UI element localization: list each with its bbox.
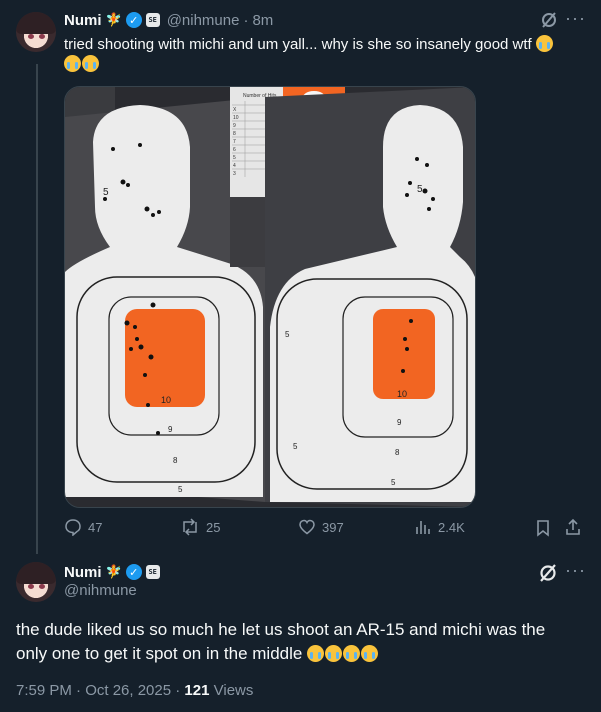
tweet-image[interactable]: 5 10 9 8 5 Number of Hits X1098 76543 <box>64 86 476 508</box>
svg-text:8: 8 <box>233 131 236 137</box>
more-dots-icon[interactable]: ··· <box>565 8 586 29</box>
bar-chart-icon <box>416 521 430 534</box>
handle[interactable]: @nihmune <box>167 12 240 29</box>
tweet-header: Numi 🧚 ✓ SE @nihmune · 8m <box>64 10 273 30</box>
svg-text:3: 3 <box>233 171 236 177</box>
verified-badge-icon[interactable]: ✓ <box>125 12 142 28</box>
crying-emoji-icon <box>64 55 81 72</box>
handle[interactable]: @nihmune <box>64 582 137 599</box>
crying-emoji-icon <box>535 35 553 52</box>
svg-text:10: 10 <box>233 115 239 121</box>
svg-text:4: 4 <box>233 163 236 169</box>
grok-slash-icon[interactable] <box>538 563 558 583</box>
timestamp[interactable]: 8m <box>252 12 273 29</box>
right-ring-8: 8 <box>395 448 400 457</box>
like-button[interactable]: 397 <box>298 518 344 536</box>
avatar[interactable] <box>16 562 56 602</box>
affiliate-badge-icon[interactable]: SE <box>145 13 160 27</box>
thread-line <box>36 64 38 554</box>
tweet2-header: Numi 🧚 ✓ SE <box>64 562 160 582</box>
repost-button[interactable]: 25 <box>180 518 220 536</box>
svg-text:5: 5 <box>233 155 236 161</box>
repost-icon <box>183 518 197 536</box>
views-button[interactable]: 2.4K <box>414 518 465 536</box>
avatar[interactable] <box>16 12 56 52</box>
crying-emoji-icon <box>361 645 379 662</box>
views-count: 121 <box>184 682 210 699</box>
display-name[interactable]: Numi <box>64 564 102 581</box>
more-dots-icon[interactable]: ··· <box>565 560 586 581</box>
verified-badge-icon[interactable]: ✓ <box>125 564 142 580</box>
fairy-emoji: 🧚 <box>105 564 122 579</box>
tweet2-text: the dude liked us so much he let us shoo… <box>16 618 581 666</box>
share-icon[interactable] <box>564 518 582 541</box>
left-ring-9: 9 <box>168 425 173 434</box>
svg-text:7: 7 <box>233 139 236 145</box>
separator: · <box>243 11 249 29</box>
tweet2-meta: 7:59 PM · Oct 26, 2025 · 121 Views <box>16 682 253 699</box>
svg-text:6: 6 <box>233 147 236 153</box>
views-label: Views <box>213 682 254 699</box>
svg-text:9: 9 <box>233 123 236 129</box>
right-ring-5c: 5 <box>293 442 298 451</box>
right-head-label: 5 <box>417 184 423 195</box>
reply-count: 47 <box>88 519 103 535</box>
bookmark-icon[interactable] <box>535 519 551 542</box>
fairy-emoji: 🧚 <box>105 12 122 27</box>
crying-emoji-icon <box>307 645 325 662</box>
tweet-text: tried shooting with michi and um yall...… <box>64 35 584 75</box>
right-ring-5: 5 <box>391 478 396 487</box>
right-ring-10: 10 <box>397 389 407 399</box>
left-ring-5: 5 <box>178 485 183 494</box>
reply-bubble-icon <box>65 519 81 536</box>
view-count: 2.4K <box>438 519 465 535</box>
heart-icon <box>299 519 315 535</box>
right-ring-9: 9 <box>397 418 402 427</box>
left-ring-8: 8 <box>173 456 178 465</box>
tweet-text-body: tried shooting with michi and um yall...… <box>64 36 532 53</box>
repost-count: 25 <box>206 519 221 535</box>
left-head-label: 5 <box>103 187 109 198</box>
right-ring-5b: 5 <box>285 330 290 339</box>
crying-emoji-icon <box>82 55 99 72</box>
tweet2-text-body: the dude liked us so much he let us shoo… <box>16 620 546 663</box>
crying-emoji-icon <box>325 645 343 662</box>
crying-emoji-icon <box>343 645 361 662</box>
grok-slash-icon[interactable] <box>540 11 558 29</box>
reply-button[interactable]: 47 <box>64 518 102 536</box>
left-ring-10: 10 <box>161 395 171 405</box>
post-timestamp[interactable]: 7:59 PM · Oct 26, 2025 · <box>16 682 180 699</box>
like-count: 397 <box>322 519 344 535</box>
display-name[interactable]: Numi <box>64 12 102 29</box>
affiliate-badge-icon[interactable]: SE <box>145 565 160 579</box>
